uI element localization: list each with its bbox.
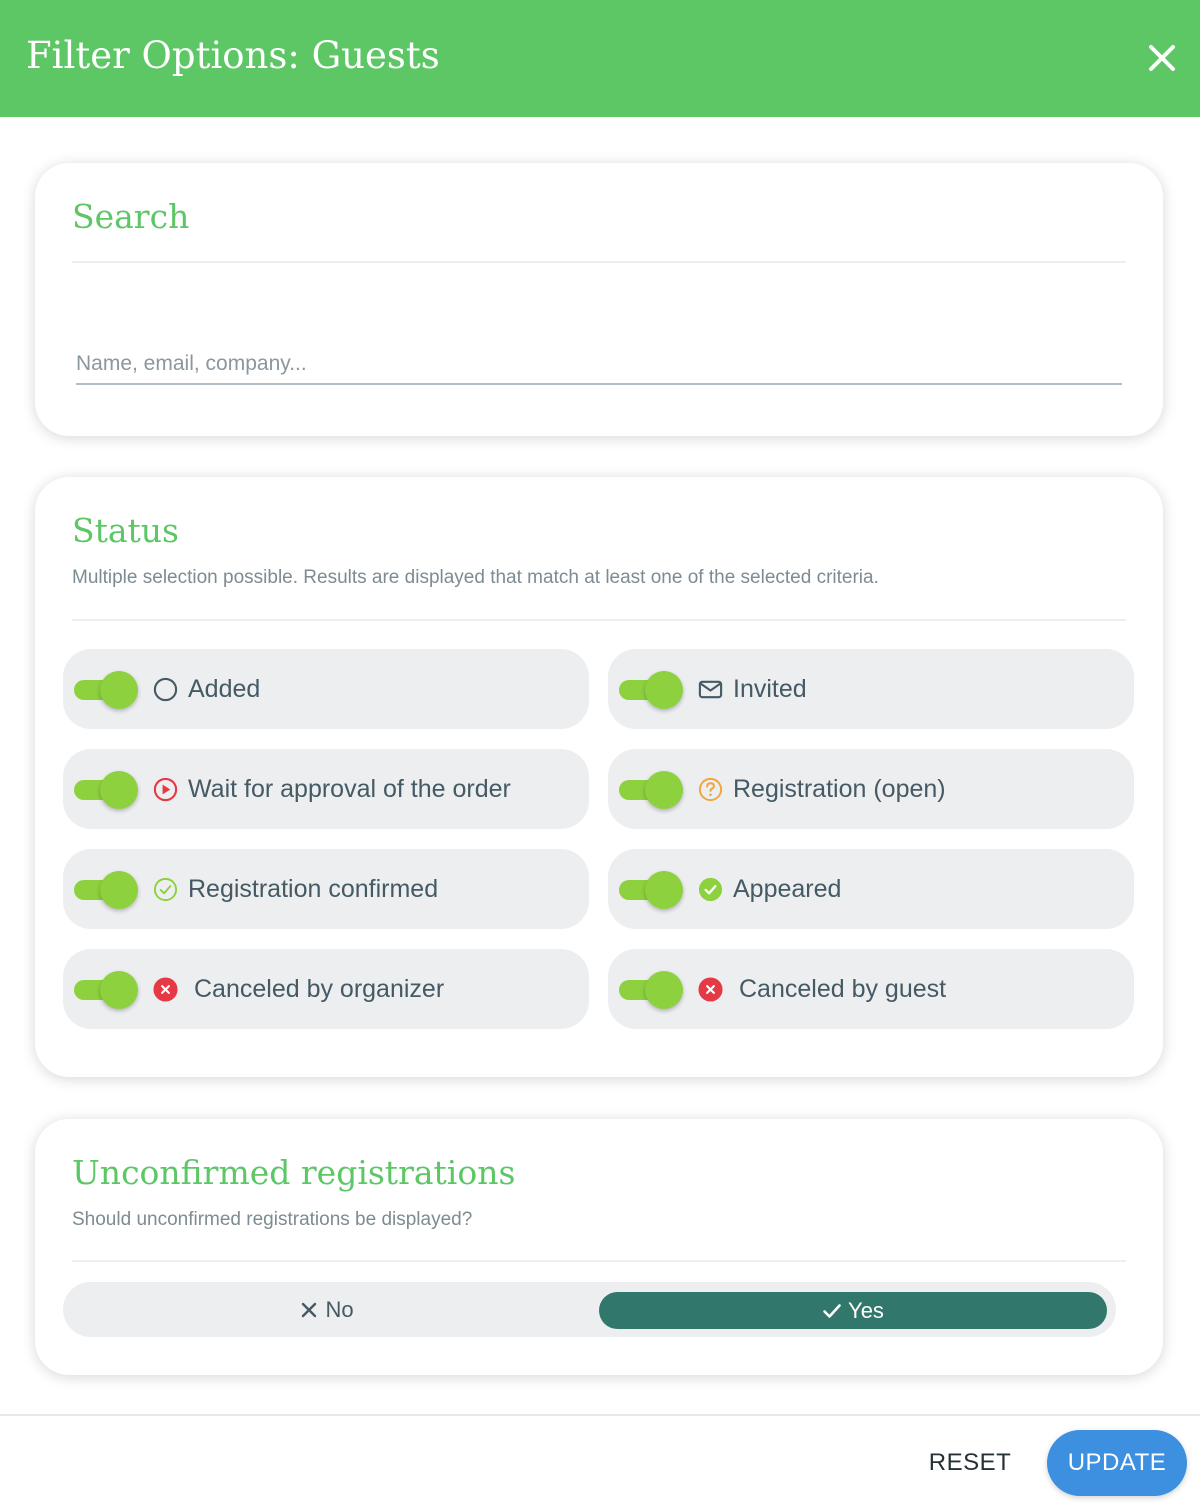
toggle-switch[interactable]: [619, 770, 684, 809]
status-option-label: Canceled by guest: [739, 975, 947, 1003]
search-title: Search: [72, 197, 190, 236]
status-option-label: Canceled by organizer: [194, 975, 445, 1003]
checkmark-icon: [822, 1301, 842, 1321]
x-circle-icon: [697, 976, 724, 1003]
status-subtitle: Multiple selection possible. Results are…: [72, 567, 879, 588]
check-circle-filled-icon: [697, 876, 724, 903]
toggle-switch[interactable]: [74, 670, 139, 709]
close-icon[interactable]: [1138, 34, 1186, 82]
status-option-label: Wait for approval of the order: [188, 775, 511, 803]
status-option-registration-open[interactable]: Registration (open): [608, 749, 1134, 829]
status-option-wait-approval[interactable]: Wait for approval of the order: [63, 749, 589, 829]
toggle-switch[interactable]: [74, 770, 139, 809]
status-option-label: Registration confirmed: [188, 875, 439, 903]
play-circle-icon: [152, 776, 179, 803]
search-divider: [72, 261, 1126, 263]
toggle-switch[interactable]: [619, 870, 684, 909]
dialog-title: Filter Options: Guests: [26, 34, 440, 77]
yes-option-label: Yes: [848, 1297, 884, 1323]
status-option-label: Registration (open): [733, 775, 946, 803]
unconfirmed-subtitle: Should unconfirmed registrations be disp…: [72, 1209, 473, 1230]
status-option-appeared[interactable]: Appeared: [608, 849, 1134, 929]
status-option-label: Appeared: [733, 875, 842, 903]
unconfirmed-card: Unconfirmed registrations Should unconfi…: [35, 1119, 1163, 1375]
search-card: Search: [35, 163, 1163, 436]
status-card: Status Multiple selection possible. Resu…: [35, 477, 1163, 1077]
unconfirmed-divider: [72, 1260, 1126, 1262]
status-option-added[interactable]: Added: [63, 649, 589, 729]
status-option-canceled-organizer[interactable]: Canceled by organizer: [63, 949, 589, 1029]
toggle-switch[interactable]: [619, 670, 684, 709]
dialog-header: Filter Options: Guests: [0, 0, 1200, 117]
toggle-switch[interactable]: [619, 970, 684, 1009]
footer-divider: [0, 1414, 1200, 1416]
envelope-icon: [697, 676, 724, 703]
unconfirmed-segmented-control: No Yes: [63, 1282, 1116, 1337]
status-divider: [72, 619, 1126, 621]
search-input[interactable]: [76, 349, 1122, 385]
status-option-registration-confirmed[interactable]: Registration confirmed: [63, 849, 589, 929]
x-circle-icon: [152, 976, 179, 1003]
no-option-button[interactable]: No: [63, 1282, 590, 1337]
reset-button[interactable]: RESET: [918, 1444, 1022, 1482]
status-option-label: Invited: [733, 675, 807, 703]
unconfirmed-title: Unconfirmed registrations: [72, 1153, 516, 1192]
toggle-switch[interactable]: [74, 970, 139, 1009]
status-option-invited[interactable]: Invited: [608, 649, 1134, 729]
status-title: Status: [72, 511, 179, 550]
check-circle-outline-icon: [152, 876, 179, 903]
no-option-label: No: [325, 1296, 354, 1322]
circle-outline-icon: [152, 676, 179, 703]
yes-option-button[interactable]: Yes: [599, 1292, 1107, 1329]
status-option-label: Added: [188, 675, 261, 703]
update-button[interactable]: UPDATE: [1047, 1430, 1187, 1496]
close-icon: [299, 1300, 319, 1320]
filter-dialog: Filter Options: Guests Search Status Mul…: [0, 0, 1200, 1509]
toggle-switch[interactable]: [74, 870, 139, 909]
status-option-canceled-guest[interactable]: Canceled by guest: [608, 949, 1134, 1029]
question-circle-icon: [697, 776, 724, 803]
